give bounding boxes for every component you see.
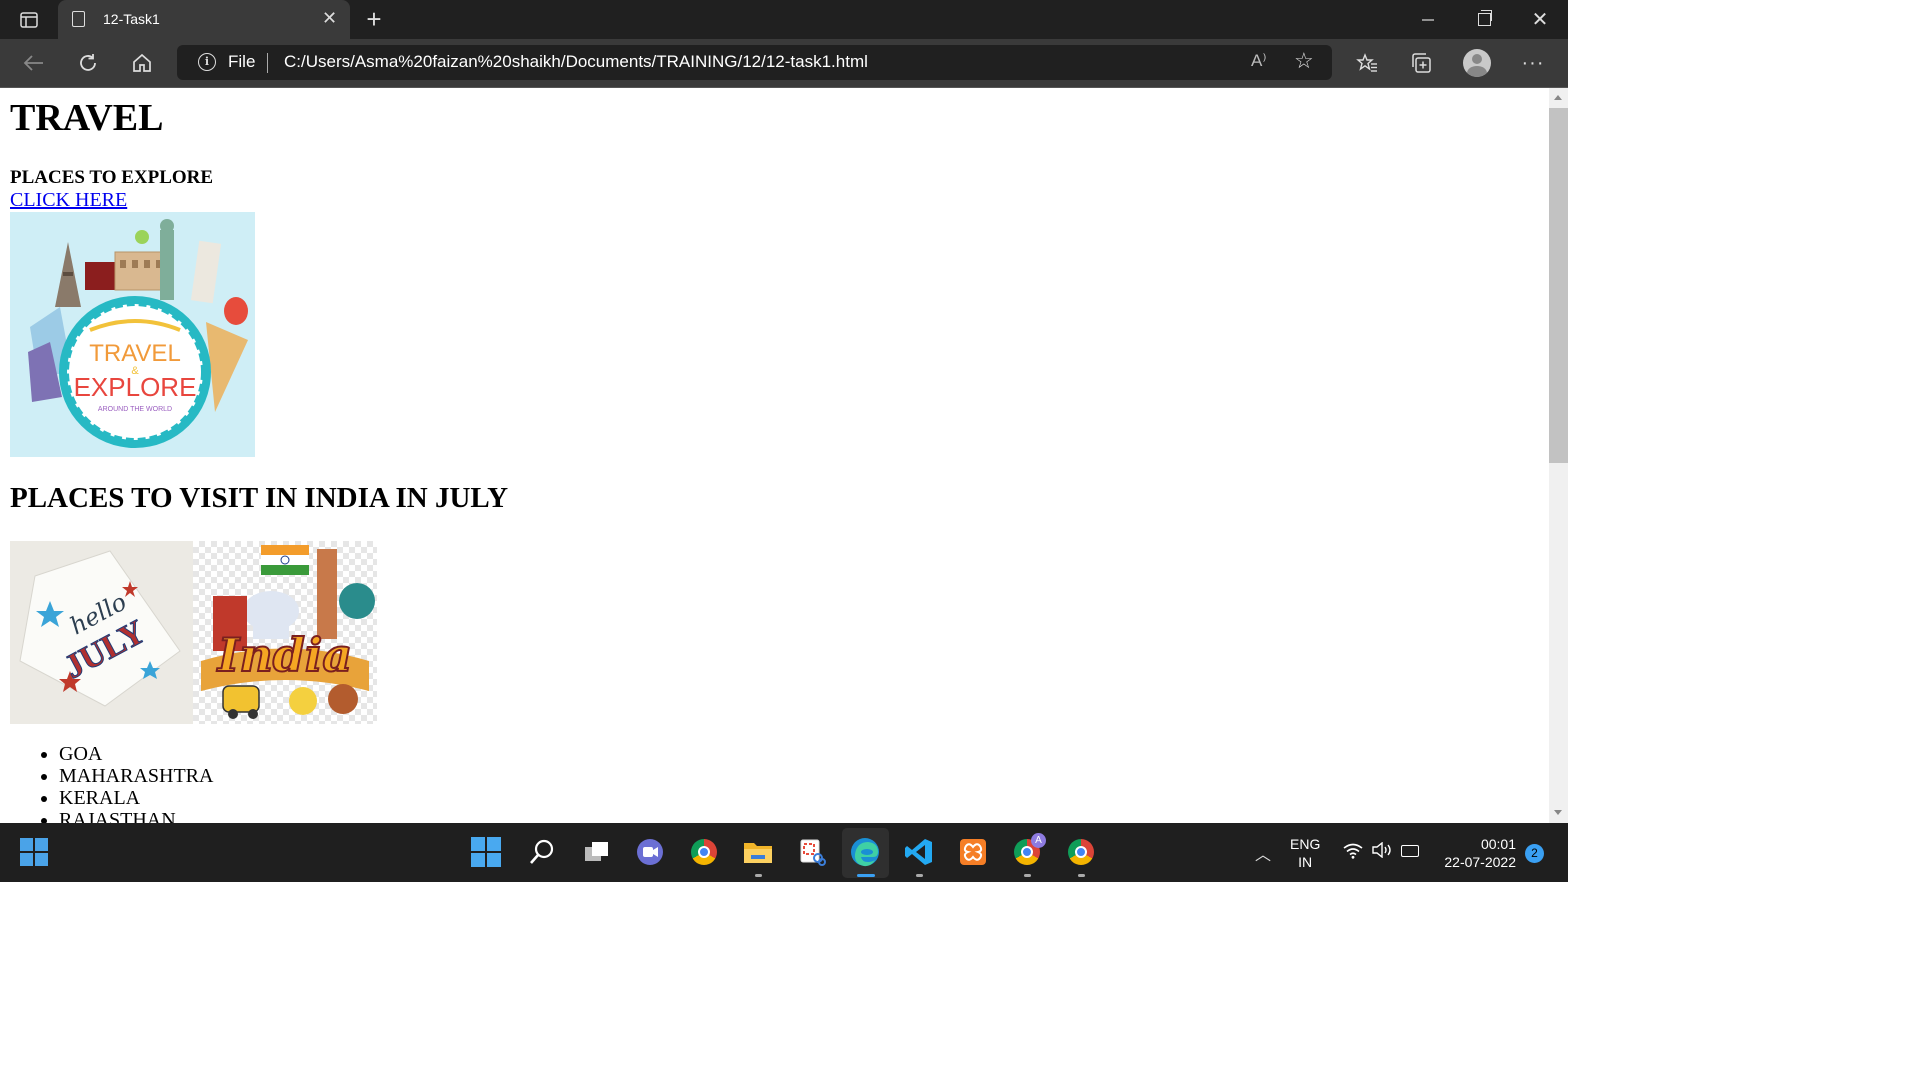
click-here-link[interactable]: CLICK HERE	[10, 189, 127, 212]
running-indicator	[1024, 874, 1031, 877]
states-list: GOA MAHARASHTRA KERALA RAJASTHAN	[10, 743, 213, 823]
page-viewport: TRAVEL PLACES TO EXPLORE CLICK HERE TRAV…	[0, 88, 1549, 823]
protocol-label: File	[228, 52, 256, 71]
profile-avatar[interactable]	[1463, 49, 1491, 77]
address-bar[interactable]: i File C:/Users/Asma%20faizan%20shaikh/D…	[177, 45, 1332, 80]
volume-icon[interactable]	[1371, 841, 1393, 863]
profile-badge: A	[1031, 833, 1046, 848]
region-code: IN	[1298, 854, 1313, 870]
scroll-up-icon[interactable]	[1554, 95, 1562, 100]
home-icon[interactable]	[125, 39, 159, 87]
language-indicator[interactable]: ENG IN	[1290, 835, 1320, 871]
restore-icon[interactable]	[1466, 0, 1502, 39]
minimize-icon[interactable]	[1410, 0, 1446, 39]
file-explorer-icon[interactable]	[741, 835, 775, 869]
collections-icon[interactable]	[1404, 39, 1438, 87]
subheading: PLACES TO EXPLORE	[10, 167, 214, 188]
tab-title: 12-Task1	[103, 11, 160, 27]
wifi-icon[interactable]	[1343, 843, 1363, 863]
time-text: 00:01	[1480, 836, 1516, 852]
taskbar: A ︿ ENG IN 00:01 22-07-2022 2	[0, 823, 1568, 882]
page-heading: TRAVEL	[10, 97, 164, 139]
more-options-icon[interactable]: ···	[1516, 39, 1550, 87]
read-aloud-icon[interactable]: A⁾	[1251, 51, 1267, 71]
language-code: ENG	[1290, 836, 1321, 852]
scroll-down-icon[interactable]	[1554, 810, 1562, 815]
hello-july-image: hello JULY	[10, 541, 193, 724]
url-text[interactable]: C:/Users/Asma%20faizan%20shaikh/Document…	[284, 52, 868, 72]
running-indicator	[1078, 874, 1085, 877]
info-icon[interactable]: i	[198, 53, 216, 71]
travel-text: TRAVEL	[89, 340, 181, 367]
start-windows-icon[interactable]	[469, 835, 503, 869]
battery-icon[interactable]	[1401, 845, 1419, 857]
scrollbar-thumb[interactable]	[1549, 108, 1568, 463]
search-icon[interactable]	[525, 835, 559, 869]
around-the-world-text: AROUND THE WORLD	[98, 406, 172, 413]
chrome-icon[interactable]	[687, 835, 721, 869]
browser-titlebar: 12-Task1 ✕ + ✕	[0, 0, 1568, 39]
snipping-tool-icon[interactable]	[795, 835, 829, 869]
widgets-icon[interactable]	[20, 838, 48, 866]
vertical-scrollbar[interactable]	[1549, 88, 1568, 823]
show-hidden-icons-icon[interactable]: ︿	[1255, 841, 1271, 865]
date-text: 22-07-2022	[1444, 854, 1516, 870]
explore-text: EXPLORE	[74, 372, 197, 402]
refresh-icon[interactable]	[71, 39, 105, 87]
new-tab-icon[interactable]: +	[360, 0, 388, 39]
task-view-icon[interactable]	[580, 835, 614, 869]
chrome-profile-icon[interactable]: A	[1010, 833, 1046, 869]
tab-actions-icon[interactable]	[10, 0, 48, 39]
browser-tab[interactable]: 12-Task1 ✕	[58, 0, 350, 39]
teams-chat-icon[interactable]	[633, 835, 667, 869]
running-indicator	[916, 874, 923, 877]
address-separator	[267, 53, 268, 73]
active-indicator	[857, 874, 875, 877]
section-heading: PLACES TO VISIT IN INDIA IN JULY	[10, 482, 509, 514]
close-tab-icon[interactable]: ✕	[322, 8, 337, 29]
vscode-icon[interactable]	[902, 835, 936, 869]
travel-explore-image: TRAVEL & EXPLORE AROUND THE WORLD	[10, 212, 255, 457]
list-item: GOA	[59, 743, 213, 765]
xampp-icon[interactable]	[956, 835, 990, 869]
edge-icon[interactable]	[848, 835, 882, 869]
notification-badge[interactable]: 2	[1525, 844, 1544, 863]
back-arrow-icon[interactable]	[17, 39, 51, 87]
list-item: KERALA	[59, 787, 213, 809]
chrome-icon-2[interactable]	[1064, 835, 1098, 869]
clock[interactable]: 00:01 22-07-2022	[1430, 835, 1516, 871]
favorites-icon[interactable]	[1350, 39, 1384, 87]
india-image: India	[193, 541, 377, 724]
list-item: MAHARASHTRA	[59, 765, 213, 787]
browser-toolbar: i File C:/Users/Asma%20faizan%20shaikh/D…	[0, 39, 1568, 88]
close-window-icon[interactable]: ✕	[1522, 0, 1558, 39]
list-item: RAJASTHAN	[59, 809, 213, 823]
running-indicator	[755, 874, 762, 877]
document-icon	[72, 11, 85, 27]
add-favorite-icon[interactable]: ☆	[1294, 48, 1314, 74]
india-text: India	[216, 628, 352, 682]
